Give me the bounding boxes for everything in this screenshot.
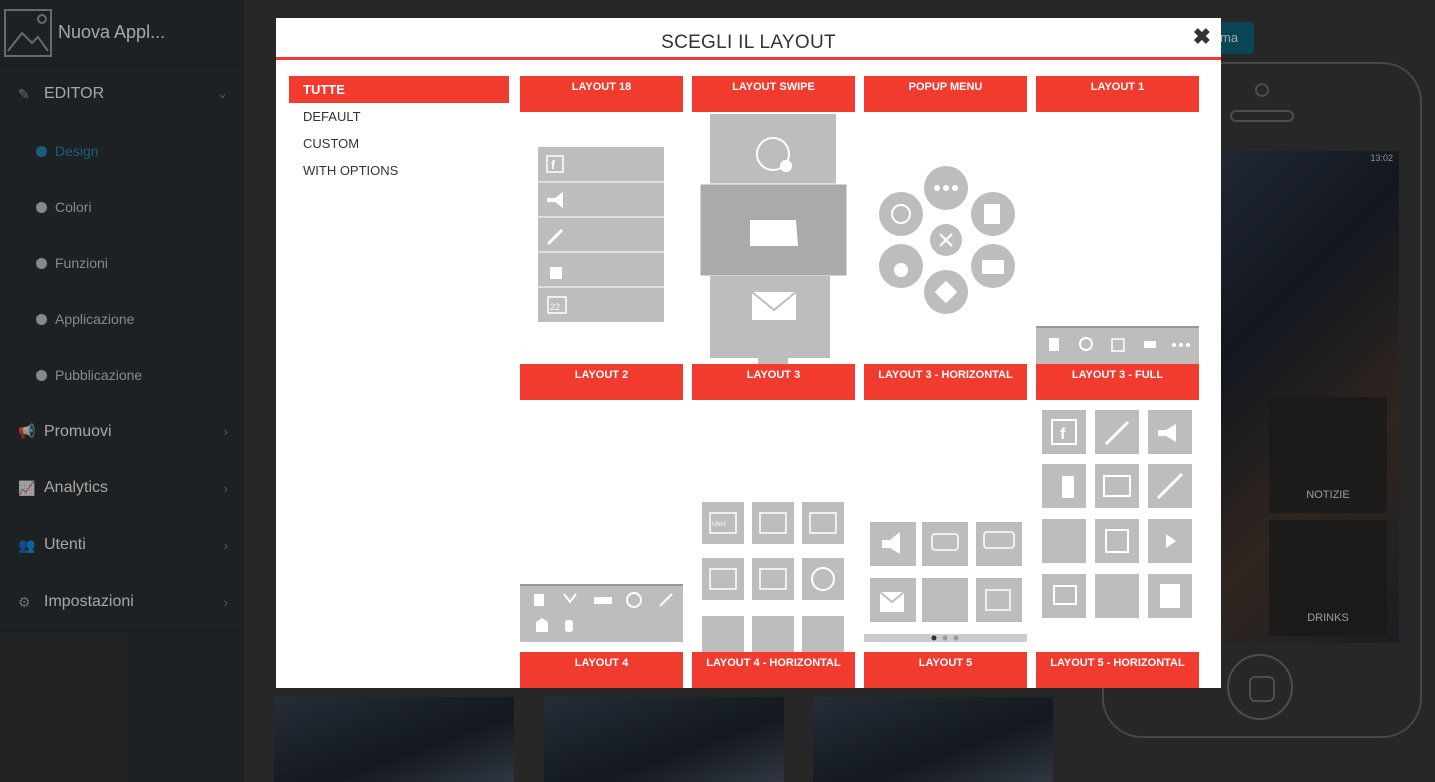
layout-card[interactable]: LAYOUT 3 - HORIZONTAL	[864, 364, 1027, 652]
popup-menu-preview	[864, 112, 1027, 364]
filter-with-options[interactable]: WITH OPTIONS	[289, 157, 509, 184]
layout-card-label: LAYOUT 1	[1036, 76, 1199, 112]
layout-card-label: LAYOUT 3 - FULL	[1036, 364, 1199, 400]
layout-18-preview: f 22	[520, 112, 683, 364]
layout-card-label: LAYOUT 18	[520, 76, 683, 112]
layout-1-preview	[1036, 112, 1199, 364]
layout-3-full-preview: f	[1036, 400, 1199, 652]
layout-card-label: LAYOUT SWIPE	[692, 76, 855, 112]
svg-text:f: f	[1060, 426, 1066, 443]
calendar-day-text: 22	[550, 302, 560, 312]
layout-card-label[interactable]: LAYOUT 5 - HORIZONTAL	[1036, 652, 1199, 688]
unix-label-text: UNIX	[712, 522, 726, 528]
layout-card[interactable]: LAYOUT SWIPE	[692, 76, 855, 364]
layout-card-label[interactable]: LAYOUT 4	[520, 652, 683, 688]
filter-custom[interactable]: CUSTOM	[289, 130, 509, 157]
layout-card-label: LAYOUT 2	[520, 364, 683, 400]
layout-swipe-preview	[692, 112, 855, 364]
layout-3-preview: UNIX	[692, 400, 855, 652]
layout-card[interactable]: LAYOUT 3 - FULL f	[1036, 364, 1199, 652]
layout-2-preview	[520, 400, 683, 652]
layout-card-label: LAYOUT 3 - HORIZONTAL	[864, 364, 1027, 400]
layout-card[interactable]: LAYOUT 1	[1036, 76, 1199, 364]
layout-card-label[interactable]: LAYOUT 5	[864, 652, 1027, 688]
layout-modal: SCEGLI IL LAYOUT ✖ TUTTE DEFAULT CUSTOM …	[276, 18, 1221, 688]
layout-card[interactable]: POPUP MENU	[864, 76, 1027, 364]
layout-filter-list: TUTTE DEFAULT CUSTOM WITH OPTIONS	[289, 76, 509, 184]
modal-header: SCEGLI IL LAYOUT ✖	[276, 18, 1221, 60]
layout-card-label: LAYOUT 3	[692, 364, 855, 400]
layout-grid: LAYOUT 18 f 22 LAYOUT SWIPE POPUP MENU L…	[520, 76, 1210, 688]
filter-tutte[interactable]: TUTTE	[289, 76, 509, 103]
layout-card-label: POPUP MENU	[864, 76, 1027, 112]
filter-default[interactable]: DEFAULT	[289, 103, 509, 130]
close-icon[interactable]: ✖	[1193, 24, 1211, 50]
layout-3-horizontal-preview	[864, 400, 1027, 652]
layout-card-label[interactable]: LAYOUT 4 - HORIZONTAL	[692, 652, 855, 688]
layout-card[interactable]: LAYOUT 3 UNIX	[692, 364, 855, 652]
layout-card[interactable]: LAYOUT 2	[520, 364, 683, 652]
layout-card[interactable]: LAYOUT 18 f 22	[520, 76, 683, 364]
modal-title: SCEGLI IL LAYOUT	[661, 32, 836, 53]
